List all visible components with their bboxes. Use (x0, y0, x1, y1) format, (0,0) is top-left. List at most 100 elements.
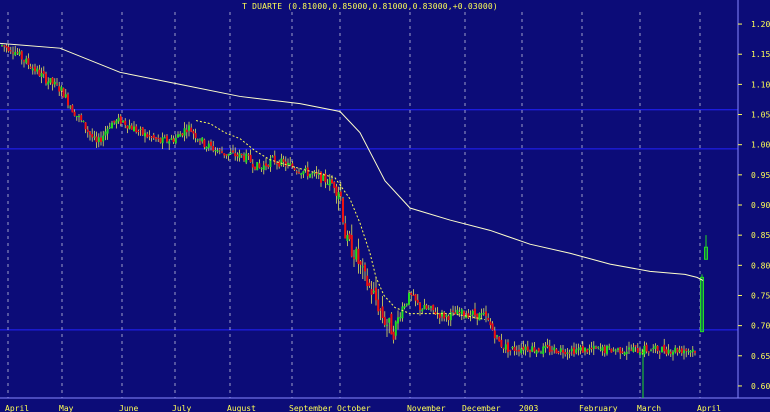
candle-body (680, 348, 683, 354)
candle-body (355, 248, 358, 260)
candle-body (383, 316, 386, 326)
candle-body (346, 235, 349, 241)
chart-window: T DUARTE (0.81000,0.85000,0.81000,0.8300… (0, 0, 770, 412)
candle-body (117, 117, 120, 122)
candle-body (399, 317, 402, 319)
candle-body (463, 311, 465, 317)
candle-body (45, 73, 47, 84)
candle-body (489, 321, 492, 326)
candle-body (342, 198, 344, 223)
candle-body (82, 120, 85, 122)
candle-body (381, 306, 384, 318)
candle-body (377, 299, 380, 312)
candle-body (507, 342, 509, 353)
candle-body (31, 68, 34, 71)
candle-body (361, 266, 364, 268)
candle-body (590, 347, 593, 350)
candle-body (458, 312, 461, 314)
candle-body (456, 309, 459, 315)
candle-body (634, 345, 637, 347)
candle-body (267, 165, 270, 168)
y-tick-label: 0.80 (751, 261, 770, 270)
x-tick-label: 2003 (519, 404, 538, 412)
candle-body (368, 282, 371, 286)
candle-body (203, 139, 206, 148)
candle-body (390, 313, 393, 335)
candle-body (122, 120, 124, 122)
candle-body (86, 129, 89, 132)
candle-body (678, 349, 681, 352)
candle-body (27, 58, 30, 65)
candle-body (339, 191, 342, 197)
candle-body (163, 137, 166, 139)
candle-body (467, 313, 470, 318)
candle-body (689, 351, 692, 353)
candle-body (214, 150, 217, 152)
candle-body (168, 141, 171, 144)
candle-body (56, 83, 58, 85)
candle-body (148, 135, 151, 137)
candle-body (144, 132, 146, 137)
candle-body (592, 345, 595, 349)
candle-body (69, 106, 72, 108)
candle-body (133, 126, 135, 132)
candle-body (386, 324, 388, 326)
candle-body (669, 351, 672, 354)
candle-body (485, 311, 487, 317)
candle-body (25, 58, 28, 63)
candle-body (366, 275, 369, 286)
candle-body (581, 345, 584, 353)
candle-body (113, 120, 116, 123)
candle-body (577, 348, 580, 350)
x-tick-label: April (697, 404, 721, 412)
candle-body (621, 351, 624, 353)
candle-body (218, 149, 221, 151)
candle-body (691, 349, 694, 352)
candle-body (419, 302, 421, 311)
candle-body (518, 349, 520, 352)
candle-body (251, 163, 254, 168)
candle-body (287, 162, 289, 165)
candle-body (588, 348, 591, 351)
candle-body (216, 150, 219, 152)
candle-body (313, 172, 316, 174)
candle-body (661, 346, 663, 353)
candle-body (474, 308, 476, 316)
y-tick-label: 0.75 (751, 291, 770, 300)
candle-body (504, 344, 507, 350)
candle-body (335, 186, 338, 196)
candle-body (438, 313, 441, 319)
candle-body (350, 234, 353, 257)
y-tick-label: 0.70 (751, 322, 770, 331)
candle-body (29, 66, 32, 69)
candle-body (471, 311, 474, 315)
candle-body (243, 155, 245, 161)
y-tick-label: 0.60 (751, 382, 770, 391)
candle-body (548, 346, 551, 353)
candle-body (104, 131, 107, 136)
candle-body (403, 305, 406, 308)
candle-body (427, 308, 430, 310)
candle-body (412, 294, 415, 296)
candle-body (232, 150, 234, 153)
x-tick-label: February (579, 404, 618, 412)
x-tick-label: March (637, 404, 661, 412)
candle-body (599, 348, 602, 350)
candle-body (53, 81, 56, 85)
candle-body (544, 345, 547, 348)
candle-body (95, 136, 98, 143)
y-tick-label: 1.05 (751, 111, 770, 120)
candle-body (487, 317, 490, 320)
candle-body (102, 135, 105, 142)
y-tick-label: 0.95 (751, 171, 770, 180)
candle-body (359, 261, 362, 265)
candle-body (632, 347, 635, 352)
x-tick-label: August (227, 404, 256, 412)
candle-body (89, 131, 91, 135)
candle-body (531, 346, 534, 352)
candle-body (265, 163, 267, 167)
candle-body (559, 348, 562, 352)
candle-body (482, 312, 485, 315)
candle-body (665, 349, 668, 355)
candle-body (300, 173, 303, 175)
